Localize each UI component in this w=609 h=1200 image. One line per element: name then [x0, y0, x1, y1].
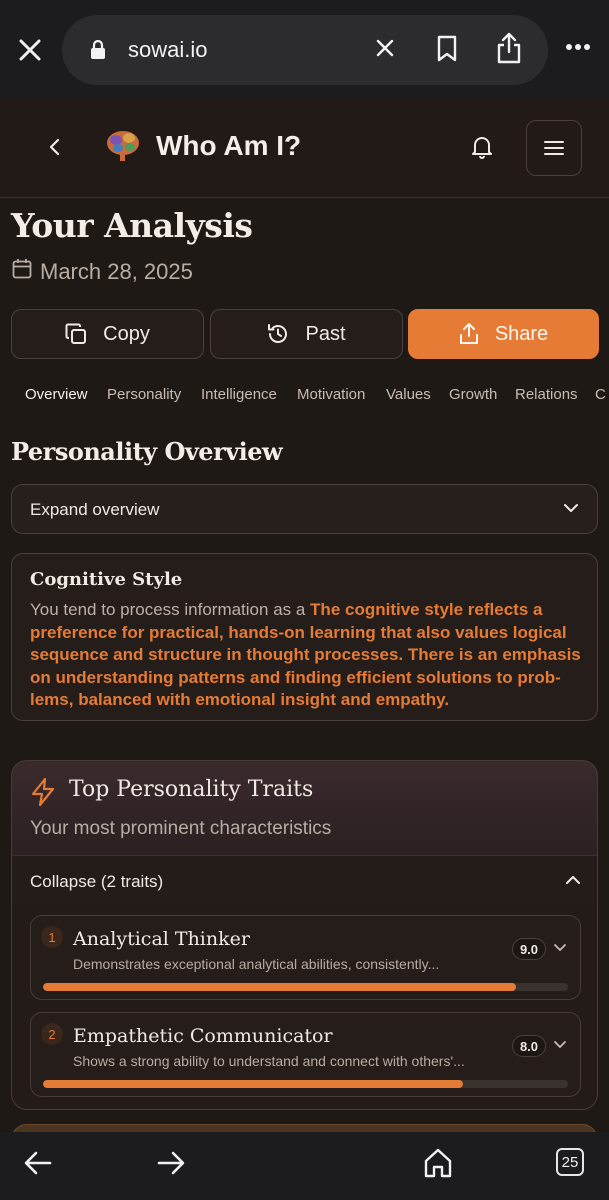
copy-icon: [65, 323, 87, 344]
clear-url-icon[interactable]: [374, 37, 396, 64]
traits-title: Top Personality Traits: [69, 777, 314, 802]
collapse-traits-toggle[interactable]: Collapse (2 traits): [12, 855, 597, 905]
copy-button[interactable]: Copy: [11, 309, 204, 359]
history-icon: [268, 324, 288, 343]
app-header: Who Am I?: [0, 98, 609, 198]
trait-name: Empathetic Communicator: [73, 1025, 333, 1047]
tab-next-partial[interactable]: C: [595, 386, 606, 403]
trait-score-badge: 8.0: [512, 1035, 546, 1057]
cognitive-style-text: You tend to process information as a The…: [30, 599, 582, 712]
cognitive-style-intro: You tend to process information as a: [30, 600, 311, 619]
traits-subtitle: Your most prominent characteristics: [30, 818, 332, 839]
browser-back-icon[interactable]: [24, 1150, 52, 1181]
tab-personality[interactable]: Personality: [107, 386, 181, 403]
chevron-down-icon[interactable]: [553, 941, 567, 960]
bell-icon[interactable]: [467, 132, 497, 162]
trait-score-bar: [43, 983, 568, 991]
more-options-icon[interactable]: [565, 38, 591, 56]
trait-rank: 2: [41, 1023, 63, 1045]
tab-overview[interactable]: Overview: [25, 386, 88, 403]
analysis-tabs: Overview Personality Intelligence Motiva…: [0, 384, 609, 408]
cognitive-style-card: Cognitive Style You tend to process info…: [11, 553, 598, 721]
address-bar[interactable]: sowai.io: [62, 15, 548, 85]
expand-overview-label: Expand overview: [30, 500, 160, 519]
browser-forward-icon[interactable]: [157, 1150, 185, 1181]
analysis-date-row: March 28, 2025: [12, 258, 193, 285]
share-icon: [459, 323, 478, 344]
browser-bottom-bar: 25: [0, 1132, 609, 1200]
tab-values[interactable]: Values: [386, 386, 431, 403]
hamburger-menu-button[interactable]: [526, 120, 582, 176]
trait-description: Shows a strong ability to understand and…: [73, 1053, 465, 1069]
back-button[interactable]: [40, 132, 70, 162]
share-page-icon[interactable]: [496, 32, 522, 69]
brain-logo-icon: [103, 126, 143, 166]
share-button[interactable]: Share: [408, 309, 599, 359]
home-icon[interactable]: [423, 1147, 453, 1184]
top-traits-card: Top Personality Traits Your most promine…: [11, 760, 598, 1110]
expand-overview-toggle[interactable]: Expand overview: [11, 484, 598, 534]
calendar-icon: [12, 258, 32, 285]
trait-rank: 1: [41, 926, 63, 948]
trait-name: Analytical Thinker: [73, 928, 250, 950]
chevron-down-icon: [563, 500, 579, 521]
tab-motivation[interactable]: Motivation: [297, 386, 365, 403]
section-title: Personality Overview: [11, 437, 283, 466]
browser-top-bar: sowai.io: [0, 0, 609, 98]
trait-score-badge: 9.0: [512, 938, 546, 960]
page-title: Your Analysis: [11, 206, 253, 245]
collapse-traits-label: Collapse (2 traits): [30, 872, 164, 891]
trait-item[interactable]: 2 Empathetic Communicator Shows a strong…: [30, 1012, 581, 1097]
copy-label: Copy: [103, 322, 150, 345]
bookmark-icon[interactable]: [436, 35, 458, 68]
share-label: Share: [494, 322, 549, 345]
lightning-icon: [30, 777, 56, 812]
analysis-date: March 28, 2025: [40, 258, 193, 284]
trait-item[interactable]: 1 Analytical Thinker Demonstrates except…: [30, 915, 581, 1000]
menu-icon: [544, 141, 564, 155]
close-tab-icon[interactable]: [14, 34, 46, 66]
tab-growth[interactable]: Growth: [449, 386, 497, 403]
trait-score-bar: [43, 1080, 568, 1088]
cognitive-style-title: Cognitive Style: [30, 569, 183, 590]
past-button[interactable]: Past: [210, 309, 403, 359]
chevron-up-icon: [565, 872, 581, 893]
url-text[interactable]: sowai.io: [128, 37, 207, 63]
tab-switcher-button[interactable]: 25: [556, 1148, 584, 1176]
past-label: Past: [305, 322, 346, 345]
app-title: Who Am I?: [156, 130, 302, 161]
trait-score-fill: [43, 983, 516, 991]
chevron-down-icon[interactable]: [553, 1038, 567, 1057]
tab-intelligence[interactable]: Intelligence: [201, 386, 277, 403]
tab-relations[interactable]: Relations: [515, 386, 578, 403]
lock-icon: [90, 39, 106, 65]
trait-score-fill: [43, 1080, 463, 1088]
trait-description: Demonstrates exceptional analytical abil…: [73, 956, 440, 972]
